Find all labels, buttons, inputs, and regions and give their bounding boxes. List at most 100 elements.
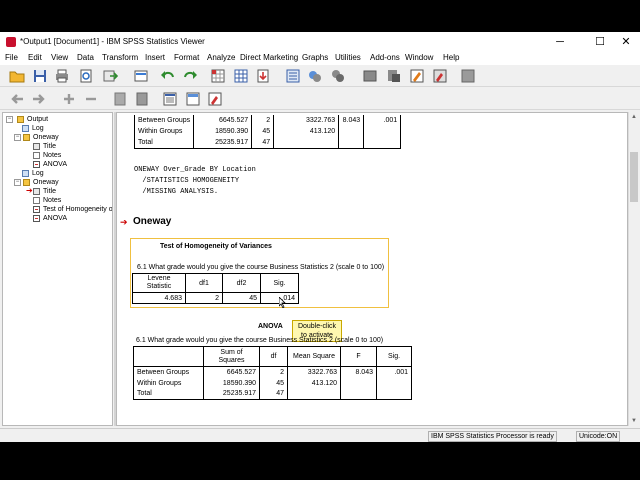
table-row: Total 25235.917 47	[133, 388, 412, 400]
homogeneity-table-title: Test of Homogeneity of Variances	[160, 243, 272, 250]
insert-new-title-icon[interactable]	[185, 91, 201, 107]
homogeneity-table-subtitle: 6.1 What grade would you give the course…	[137, 264, 385, 271]
table-row: Between Groups 6645.527 2 3322.763 8.043…	[133, 115, 402, 126]
menu-transform[interactable]: Transform	[102, 53, 138, 62]
book-icon	[17, 116, 24, 123]
print-preview-icon[interactable]	[78, 68, 94, 84]
anova-table-title: ANOVA	[258, 323, 283, 330]
export-icon[interactable]	[102, 68, 118, 84]
save-icon[interactable]	[32, 68, 48, 84]
back-icon[interactable]	[9, 91, 25, 107]
title-bar: *Output1 [Document1] - IBM SPSS Statisti…	[0, 32, 640, 52]
spss-viewer-window: *Output1 [Document1] - IBM SPSS Statisti…	[0, 32, 640, 442]
bubble-icon[interactable]	[330, 68, 346, 84]
tree-item-label: Log	[32, 170, 44, 177]
notes-icon	[33, 152, 40, 159]
maximize-button[interactable]: ☐	[586, 32, 614, 52]
tree-collapse-toggle[interactable]: −	[14, 134, 21, 141]
menu-graphs[interactable]: Graphs	[302, 53, 328, 62]
undo-icon[interactable]	[160, 68, 176, 84]
menu-view[interactable]: View	[51, 53, 68, 62]
hide-icon[interactable]	[134, 91, 150, 107]
current-item-arrow-icon: ➔	[120, 217, 128, 227]
menu-add-ons[interactable]: Add-ons	[370, 53, 400, 62]
output-content-pane: Between Groups 6645.527 2 3322.763 8.043…	[116, 112, 628, 426]
show-icon[interactable]	[112, 91, 128, 107]
minimize-button[interactable]: ─	[546, 32, 574, 52]
log-icon	[22, 170, 29, 177]
menu-help[interactable]: Help	[443, 53, 459, 62]
menu-analyze[interactable]: Analyze	[207, 53, 235, 62]
anova-table-top[interactable]: Between Groups 6645.527 2 3322.763 8.043…	[133, 115, 402, 149]
menu-format[interactable]: Format	[174, 53, 199, 62]
goto-data-icon[interactable]	[210, 68, 226, 84]
goto-variable-icon[interactable]	[255, 68, 271, 84]
tree-item-label: Title	[43, 188, 56, 195]
variables-icon[interactable]	[285, 68, 301, 84]
expand-icon[interactable]	[61, 91, 77, 107]
insert-new-text-icon[interactable]	[207, 91, 223, 107]
menu-utilities[interactable]: Utilities	[335, 53, 361, 62]
book-icon	[23, 134, 30, 141]
tree-collapse-toggle[interactable]: −	[6, 116, 13, 123]
mouse-cursor-icon	[279, 297, 286, 308]
content-vertical-scrollbar[interactable]: ▲ ▼	[628, 112, 638, 426]
collapse-icon[interactable]	[83, 91, 99, 107]
menu-edit[interactable]: Edit	[28, 53, 42, 62]
syntax-line: /STATISTICS HOMOGENEITY	[134, 177, 240, 185]
table-row: Total 25235.917 47	[133, 137, 402, 149]
tree-item-label: Output	[27, 116, 49, 123]
insert-heading-icon[interactable]	[162, 91, 178, 107]
designate-window-icon[interactable]	[362, 68, 378, 84]
forward-icon[interactable]	[31, 91, 47, 107]
table-icon	[33, 215, 40, 222]
chart-builder-icon[interactable]	[307, 68, 323, 84]
tree-item-label: Title	[43, 143, 56, 150]
table-header-row: Sum of Squares df Mean Square F Sig.	[133, 346, 412, 367]
book-icon	[23, 179, 30, 186]
table-row: Between Groups 6645.527 2 3322.763 8.043…	[133, 366, 412, 378]
window-title: *Output1 [Document1] - IBM SPSS Statisti…	[20, 37, 205, 46]
menu-data[interactable]: Data	[77, 53, 94, 62]
current-item-arrow-icon: ➔	[26, 186, 33, 195]
processor-status: IBM SPSS Statistics Processor is ready	[428, 431, 557, 442]
scroll-up-icon[interactable]: ▲	[629, 112, 639, 122]
tree-item-label: Log	[32, 125, 44, 132]
outline-toolbar	[0, 88, 640, 110]
main-toolbar	[0, 65, 640, 87]
notes-icon	[33, 197, 40, 204]
recall-dialog-icon[interactable]	[133, 68, 149, 84]
tree-item-label: Notes	[43, 152, 62, 159]
oneway-heading[interactable]: Oneway	[133, 216, 171, 227]
syntax-line: /MISSING ANALYSIS.	[134, 188, 219, 196]
table-icon	[33, 161, 40, 168]
scrollbar-thumb[interactable]	[630, 152, 638, 202]
create-title-icon[interactable]	[432, 68, 448, 84]
menu-direct-marketing[interactable]: Direct Marketing	[240, 53, 298, 62]
open-icon[interactable]	[9, 68, 25, 84]
menu-insert[interactable]: Insert	[145, 53, 165, 62]
unicode-status: Unicode:ON	[576, 431, 621, 442]
tree-collapse-toggle[interactable]: −	[14, 179, 21, 186]
select-output-icon[interactable]	[386, 68, 402, 84]
menu-window[interactable]: Window	[405, 53, 433, 62]
title-icon	[33, 188, 40, 195]
table-icon	[33, 206, 40, 213]
spss-app-icon	[6, 37, 16, 47]
print-icon[interactable]	[54, 68, 70, 84]
redo-icon[interactable]	[182, 68, 198, 84]
tree-item-label: Notes	[43, 197, 62, 204]
menu-file[interactable]: File	[5, 53, 18, 62]
outline-pane: − Output Log − Oneway Title Notes ANOVA …	[2, 112, 113, 426]
title-icon	[33, 143, 40, 150]
insert-text-icon[interactable]	[409, 68, 425, 84]
syntax-line: ONEWAY Over_Grade BY Location	[134, 166, 256, 174]
stop-icon[interactable]	[460, 68, 476, 84]
goto-case-icon[interactable]	[233, 68, 249, 84]
close-button[interactable]: ✕	[612, 32, 640, 52]
table-row: Within Groups 18590.390 45 413.120	[133, 377, 412, 389]
menu-bar: File Edit View Data Transform Insert For…	[0, 52, 640, 65]
anova-table[interactable]: Sum of Squares df Mean Square F Sig. Bet…	[133, 346, 412, 400]
homogeneity-table[interactable]: Levene Statistic df1 df2 Sig. 4.683 2 45…	[132, 273, 299, 304]
scroll-down-icon[interactable]: ▼	[629, 416, 639, 426]
